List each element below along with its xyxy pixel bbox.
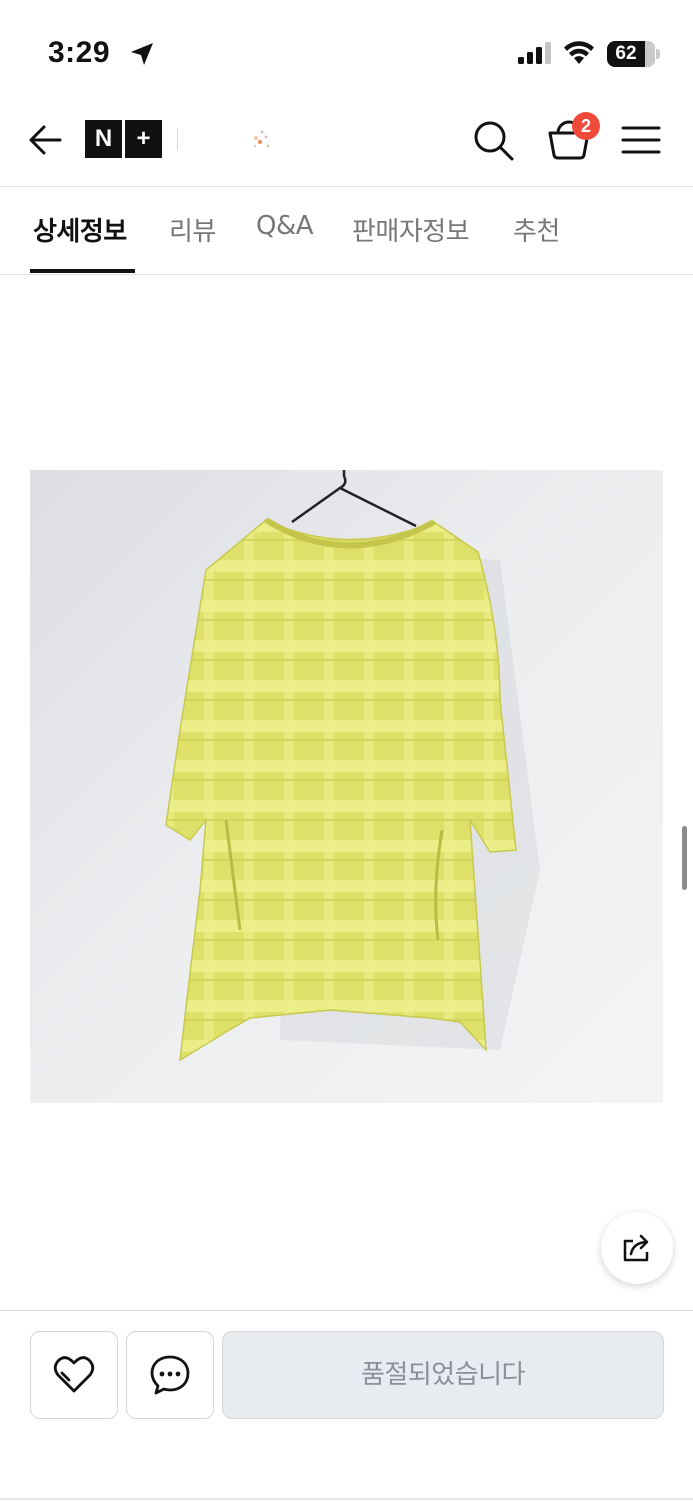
menu-button[interactable] [620, 120, 662, 160]
battery-tip [656, 49, 660, 59]
sold-out-button[interactable]: 품절되었습니다 [222, 1331, 664, 1419]
search-button[interactable] [470, 117, 516, 163]
cellular-signal-icon [518, 42, 552, 68]
tab-bar: 상세정보 리뷰 Q&A 판매자정보 추천 [0, 187, 693, 275]
logo-n: N [85, 120, 122, 158]
wishlist-button[interactable] [30, 1331, 118, 1419]
heart-icon [53, 1356, 95, 1393]
status-bar: 3:29 62 [0, 0, 693, 100]
bottom-action-bar: 품절되었습니다 [0, 1310, 693, 1501]
logo-divider [177, 128, 178, 150]
tab-recommend[interactable]: 추천 [513, 211, 560, 248]
share-button[interactable] [601, 1212, 673, 1284]
wifi-icon [563, 40, 595, 70]
logo-plus: + [125, 120, 162, 158]
battery-empty-segment [645, 41, 655, 67]
chat-icon [150, 1355, 190, 1395]
tab-detail[interactable]: 상세정보 [33, 211, 127, 248]
status-time: 3:29 [48, 36, 111, 69]
back-arrow-icon [29, 125, 62, 155]
naver-plus-logo[interactable]: N + [85, 120, 163, 158]
search-icon [474, 121, 514, 161]
talk-talk-button[interactable] [126, 1331, 214, 1419]
product-detail-image [30, 470, 663, 1103]
tab-review[interactable]: 리뷰 [169, 211, 216, 248]
back-button[interactable] [26, 120, 66, 160]
battery-icon: 62 [607, 41, 655, 67]
menu-icon [621, 126, 661, 154]
tab-seller-info[interactable]: 판매자정보 [352, 211, 470, 248]
active-tab-indicator [30, 269, 135, 273]
location-arrow-icon [128, 40, 156, 72]
tab-qna[interactable]: Q&A [256, 211, 314, 241]
battery-level: 62 [615, 43, 637, 64]
scroll-indicator[interactable] [682, 826, 687, 890]
share-icon [623, 1234, 649, 1262]
cart-count-badge: 2 [572, 112, 600, 140]
store-logo[interactable] [246, 122, 280, 156]
